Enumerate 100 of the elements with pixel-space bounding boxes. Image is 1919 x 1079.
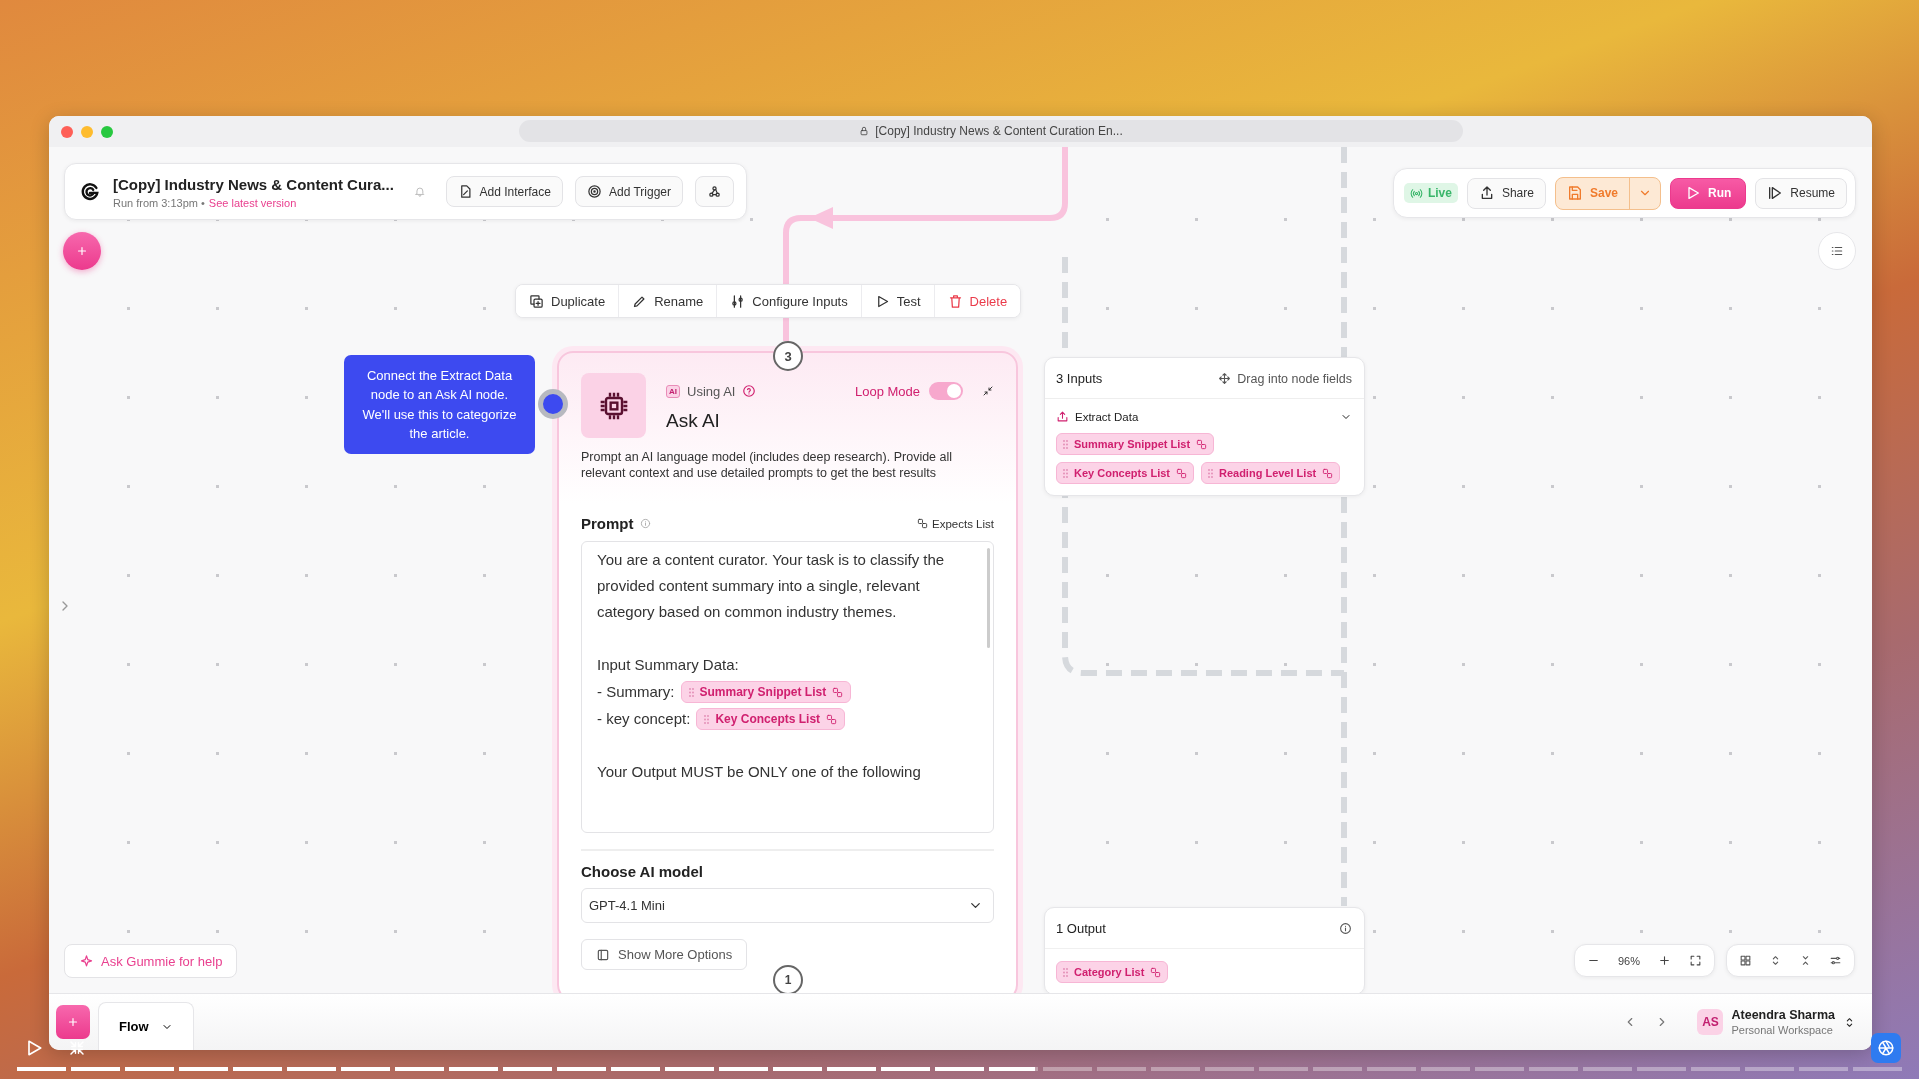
delete-button[interactable]: Delete — [934, 285, 1021, 317]
link-icon — [826, 713, 838, 725]
workspace-name: Personal Workspace — [1731, 1024, 1834, 1036]
model-select[interactable]: GPT-4.1 Mini — [581, 888, 994, 923]
broadcast-icon — [1409, 186, 1423, 200]
link-icon — [1196, 438, 1208, 450]
shrink-icon — [68, 1039, 86, 1057]
toolbar-button[interactable]: Test — [861, 285, 935, 317]
chip-label: Reading Level List — [1218, 466, 1317, 481]
flow-tab[interactable]: Flow — [98, 1002, 194, 1050]
link-icon — [1175, 467, 1187, 479]
variable-chip[interactable]: Summary Snippet List — [1056, 433, 1215, 455]
maximize-window-button[interactable] — [101, 125, 113, 138]
drag-hint: Drag into node fields — [1237, 371, 1352, 386]
upload-icon — [1056, 410, 1069, 423]
list-icon — [1830, 244, 1844, 258]
fullscreen-icon — [1689, 954, 1703, 967]
toolbar-button[interactable]: Duplicate — [516, 285, 620, 317]
play-icon — [1685, 185, 1701, 201]
toolbar-button[interactable]: Add Trigger — [574, 176, 683, 207]
variable-chip[interactable]: Key Concepts List — [1056, 462, 1194, 484]
webhook-icon — [707, 184, 722, 199]
panel-title: 3 Inputs — [1056, 371, 1103, 386]
resume-icon — [1767, 185, 1784, 201]
zoom-in-icon — [1658, 954, 1672, 967]
node-description: Prompt an AI language model (includes deep research). Provide all relevant context and use detailed prompts to get the best results — [581, 449, 954, 481]
show-more-button[interactable]: Show More Options — [581, 939, 748, 970]
run-info: Run from 3:13pm • — [112, 196, 205, 209]
chip-label: Key Concepts List — [715, 711, 821, 727]
add-button[interactable] — [56, 1005, 90, 1039]
chip-label: Summary Snippet List — [1074, 437, 1191, 452]
copy-icon — [529, 293, 544, 309]
webhook-button[interactable] — [695, 176, 734, 207]
aperture-icon — [1877, 1039, 1895, 1057]
connection-handle[interactable] — [538, 389, 568, 419]
link-icon — [1150, 966, 1162, 978]
prompt-text: You are a content curator. Your task is to classify the provided content summary into a single, relevant category based on common industry themes. — [597, 550, 946, 622]
share-button[interactable]: Share — [1466, 177, 1546, 209]
video-progress-bar[interactable] — [17, 1067, 1902, 1071]
resume-button[interactable]: Resume — [1755, 177, 1847, 209]
expects-list-label: Expects List — [932, 517, 994, 530]
app-button[interactable] — [1871, 1033, 1901, 1063]
grip-icon — [1207, 468, 1213, 478]
tooltip: Connect the Extract Data node to an Ask AI node. We'll use this to categorize the article. — [344, 355, 535, 454]
target-icon — [586, 184, 602, 199]
settings-icon — [1829, 954, 1842, 967]
variable-chip[interactable]: Summary Snippet List — [680, 681, 852, 703]
prompt-field[interactable] — [581, 541, 994, 833]
help-icon — [742, 384, 757, 398]
link-icon — [832, 686, 844, 698]
add-node-button[interactable] — [63, 232, 101, 270]
ai-badge-label: Using AI — [687, 383, 736, 399]
prompt-text: Your Output MUST be ONLY one of the following — [597, 762, 922, 782]
address-text: [Copy] Industry News & Content Curation En... — [875, 124, 1123, 138]
model-label: Choose AI model — [581, 863, 704, 880]
version-link[interactable]: See latest version — [208, 196, 297, 209]
link-icon — [1322, 467, 1334, 479]
grip-icon — [704, 714, 710, 724]
trash-icon — [947, 293, 963, 309]
save-icon — [1566, 185, 1583, 201]
step-number: 3 — [773, 341, 803, 371]
grip-icon — [1063, 439, 1068, 449]
toolbar-button[interactable]: Rename — [619, 285, 718, 317]
chip-label: Category List — [1074, 965, 1145, 980]
close-window-button[interactable] — [61, 125, 73, 138]
loop-mode-toggle[interactable] — [929, 382, 963, 400]
toolbar-button[interactable]: Add Interface — [445, 176, 563, 207]
user-name: Ateendra Sharma — [1731, 1008, 1835, 1022]
chip-label: Key Concepts List — [1074, 466, 1170, 481]
panel-icon — [596, 947, 610, 962]
lock-icon — [859, 126, 870, 136]
toolbar-button[interactable]: Configure Inputs — [717, 285, 862, 317]
panel-title: 1 Output — [1056, 921, 1106, 936]
prompt-label: Prompt — [581, 515, 634, 532]
grip-icon — [1063, 468, 1068, 478]
flow-title: [Copy] Industry News & Content Cura... — [112, 174, 394, 194]
grid-icon — [1739, 954, 1752, 967]
loop-mode-label: Loop Mode — [854, 383, 920, 399]
user-avatar: AS — [1697, 1009, 1724, 1035]
cpu-icon — [581, 373, 646, 438]
variable-chip[interactable]: Key Concepts List — [696, 708, 846, 730]
plus-icon — [66, 1015, 80, 1029]
info-icon — [1339, 922, 1352, 935]
help-button[interactable]: Ask Gummie for help — [64, 944, 238, 978]
address-bar[interactable]: [Copy] Industry News & Content Curation En... — [519, 120, 1463, 142]
plus-icon — [75, 244, 89, 258]
node-title: Ask AI — [666, 410, 721, 432]
zoom-level: 96% — [1618, 954, 1641, 967]
variable-chip[interactable]: Reading Level List — [1200, 462, 1341, 484]
prompt-text: - key concept: — [597, 709, 691, 729]
bell-icon — [413, 184, 426, 199]
sliders-icon — [730, 293, 746, 309]
source-node-label: Extract Data — [1075, 410, 1139, 423]
prompt-text: Input Summary Data: — [597, 655, 740, 675]
collapse-icon — [982, 385, 994, 397]
live-status: Live — [1403, 183, 1458, 203]
grip-icon — [688, 687, 694, 697]
variable-chip[interactable]: Category List — [1056, 961, 1169, 983]
move-icon — [1218, 372, 1232, 385]
list-view-button[interactable] — [1818, 232, 1856, 270]
